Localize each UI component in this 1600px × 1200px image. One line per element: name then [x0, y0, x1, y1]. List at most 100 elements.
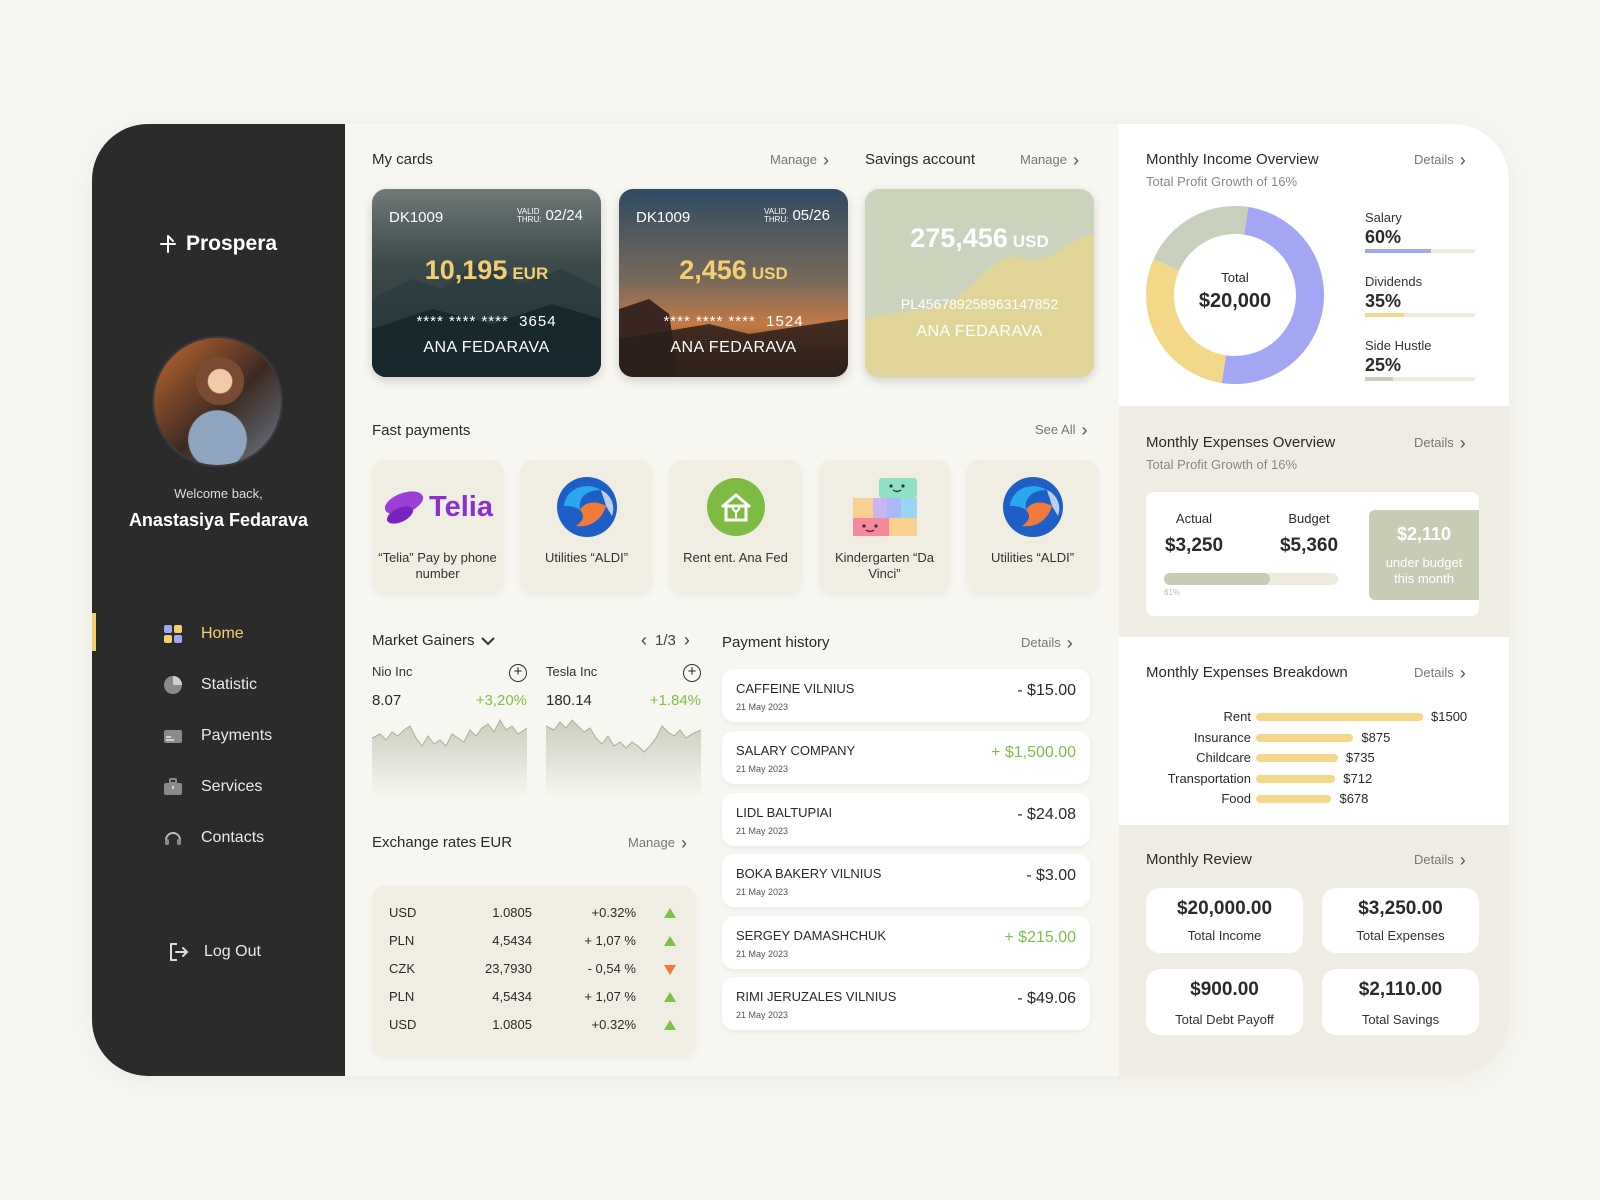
income-details-link[interactable]: Details [1414, 152, 1466, 167]
arrow-up-icon [664, 992, 676, 1002]
avatar[interactable] [152, 336, 283, 467]
fast-payment-aldi-2[interactable]: Utilities “ALDI” [967, 460, 1098, 593]
welcome-text: Welcome back, [174, 486, 263, 501]
review-details-link[interactable]: Details [1414, 852, 1466, 867]
expenses-subtitle: Total Profit Growth of 16% [1146, 457, 1298, 472]
payment-item[interactable]: SERGEY DAMASHCHUK 21 May 2023 + $215.00 [722, 916, 1090, 969]
grid-icon [162, 623, 184, 645]
card-number: DK1009 [636, 209, 691, 226]
breakdown-label: Insurance [1193, 729, 1251, 745]
expenses-title: Monthly Expenses Overview [1146, 434, 1336, 451]
review-value: $20,000.00 [1176, 898, 1273, 919]
logout-button[interactable]: Log Out [168, 941, 261, 963]
review-card-debt-payoff[interactable]: $900.00 Total Debt Payoff [1146, 969, 1303, 1035]
payment-item[interactable]: RIMI JERUZALES VILNIUS 21 May 2023 - $49… [722, 977, 1090, 1030]
add-stock-button[interactable]: + [683, 664, 701, 682]
sidebar-item-services[interactable]: Services [92, 761, 345, 812]
breakdown-label: Childcare [1196, 750, 1251, 765]
sidebar-item-contacts[interactable]: Contacts [92, 812, 345, 863]
review-value: $900.00 [1190, 979, 1259, 1000]
payment-date: 21 May 2023 [736, 826, 789, 836]
sidebar-item-home[interactable]: Home [92, 608, 345, 659]
savings-title: Savings account [865, 151, 976, 168]
my-cards-manage-link[interactable]: Manage [770, 152, 829, 167]
card-pan-mask: **** **** **** [663, 313, 756, 330]
breakdown-value: $875 [1361, 729, 1391, 745]
bank-card-usd[interactable]: DK1009 VALID THRU: 05/26 2,456 USD **** ***… [619, 189, 848, 377]
sidebar-item-statistic[interactable]: Statistic [92, 659, 345, 710]
brand-logo[interactable]: Prospera [158, 232, 277, 256]
card-number: DK1009 [389, 209, 444, 226]
bank-card-eur[interactable]: DK1009 VALID THRU: 02/24 10,195 EUR **** **… [372, 189, 601, 377]
income-item-bar [1365, 249, 1475, 253]
income-title: Monthly Income Overview [1146, 151, 1319, 168]
actual-value: $3,250 [1164, 535, 1224, 556]
fast-payment-rent[interactable]: Rent ent. Ana Fed [670, 460, 801, 593]
breakdown-value: $712 [1343, 770, 1373, 786]
exchange-change: + 1,07 % [584, 933, 636, 948]
donut-segment-side-hustle[interactable] [1153, 206, 1249, 272]
fast-payments-title: Fast payments [372, 422, 471, 439]
breakdown-bar [1256, 733, 1354, 742]
payment-history-details-link[interactable]: Details [1021, 635, 1073, 650]
savings-card[interactable]: 275,456 USD PL456789258963147852 ANA FEDA… [865, 189, 1094, 377]
payment-date: 21 May 2023 [736, 702, 789, 712]
dashboard-window: Prospera Welcome back, Anastasiya Fedara… [92, 124, 1509, 1076]
aldi-logo [967, 474, 1098, 540]
under-budget-box: $2,110 under budget this month [1369, 510, 1479, 600]
review-card-total-income[interactable]: $20,000.00 Total Income [1146, 888, 1303, 953]
review-card-total-expenses[interactable]: $3,250.00 Total Expenses [1322, 888, 1479, 953]
arrow-down-icon [664, 965, 676, 975]
market-item-tesla: Tesla Inc + 180.14 +1.84% [546, 664, 701, 798]
chevron-left-icon[interactable]: ‹ [641, 630, 647, 651]
market-gainers-title: Market Gainers [372, 632, 475, 649]
fast-payment-label: “Telia” Pay by phone number [378, 550, 497, 581]
stock-name: Tesla Inc [546, 664, 598, 679]
sidebar-item-payments[interactable]: Payments [92, 710, 345, 761]
briefcase-icon [162, 776, 184, 798]
income-bar-fill [1365, 313, 1404, 317]
exchange-row: PLN 4,5434 + 1,07 % [372, 927, 696, 955]
exchange-table: USD 1.0805 +0.32% PLN 4,5434 + 1,07 % CZ… [372, 886, 696, 1056]
breakdown-details-link[interactable]: Details [1414, 665, 1466, 680]
payment-item[interactable]: SALARY COMPANY 21 May 2023 + $1,500.00 [722, 731, 1090, 784]
payment-amount: - $15.00 [1017, 682, 1076, 699]
card-balance: 2,456 USD [619, 255, 848, 286]
sidebar-item-label: Payments [201, 726, 273, 744]
breakdown-value: $1500 [1431, 709, 1468, 724]
payment-date: 21 May 2023 [736, 1010, 789, 1020]
exchange-currency: PLN [389, 989, 415, 1004]
fast-payment-kindergarten[interactable]: Kindergarten “Da Vinci” [819, 460, 950, 593]
income-subtitle: Total Profit Growth of 16% [1146, 174, 1298, 189]
prospera-logo-icon [160, 235, 176, 253]
exchange-currency: USD [389, 905, 417, 920]
review-label: Total Income [1187, 928, 1262, 943]
telia-logo: Telia [372, 474, 503, 540]
payment-item[interactable]: BOKA BAKERY VILNIUS 21 May 2023 - $3.00 [722, 854, 1090, 907]
fast-payment-aldi[interactable]: Utilities “ALDI” [521, 460, 652, 593]
payment-date: 21 May 2023 [736, 764, 789, 774]
fast-payment-label: Kindergarten “Da Vinci” [835, 550, 934, 581]
my-cards-title: My cards [372, 151, 433, 168]
see-all-link[interactable]: See All [1035, 422, 1087, 437]
sidebar-item-label: Services [201, 777, 263, 795]
payment-date: 21 May 2023 [736, 949, 789, 959]
thru-label: THRU: [764, 214, 789, 224]
review-label: Total Savings [1361, 1012, 1440, 1027]
review-card-total-savings[interactable]: $2,110.00 Total Savings [1322, 969, 1479, 1035]
chevron-right-icon[interactable]: › [684, 630, 690, 651]
income-item-pct: 35% [1365, 291, 1402, 311]
payment-item[interactable]: CAFFEINE VILNIUS 21 May 2023 - $15.00 [722, 669, 1090, 722]
payment-item[interactable]: LIDL BALTUPIAI 21 May 2023 - $24.08 [722, 793, 1090, 846]
savings-manage-link[interactable]: Manage [1020, 152, 1079, 167]
sidebar-nav: Home Statistic Payments Services Contact… [92, 608, 345, 863]
sidebar-item-label: Home [201, 624, 244, 642]
payment-merchant: RIMI JERUZALES VILNIUS [736, 989, 897, 1004]
add-stock-button[interactable]: + [509, 664, 527, 682]
market-gainers-dropdown[interactable]: Market Gainers [372, 632, 495, 649]
expenses-details-link[interactable]: Details [1414, 435, 1466, 450]
fast-payment-telia[interactable]: Telia “Telia” Pay by phone number [372, 460, 503, 593]
exchange-manage-link[interactable]: Manage [628, 835, 687, 850]
breakdown-value: $678 [1339, 791, 1369, 806]
income-item-dividends: Dividends 35% [1365, 274, 1475, 317]
